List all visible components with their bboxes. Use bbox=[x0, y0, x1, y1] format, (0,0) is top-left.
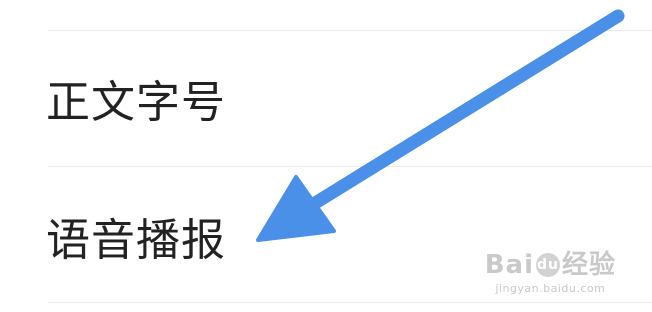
watermark-brand: Bai du 经验 bbox=[485, 252, 616, 278]
setting-row-font-size[interactable]: 正文字号 bbox=[0, 31, 652, 167]
watermark-brand-left: Bai bbox=[484, 250, 534, 280]
divider-bottom bbox=[48, 302, 652, 303]
paw-icon: du bbox=[535, 253, 560, 277]
watermark-url: jingyan.baidu.com bbox=[495, 282, 606, 295]
setting-label-voice-broadcast: 语音播报 bbox=[46, 215, 226, 266]
setting-label-font-size: 正文字号 bbox=[46, 77, 226, 128]
baidu-jingyan-watermark: Bai du 经验 jingyan.baidu.com bbox=[485, 252, 616, 295]
watermark-brand-right: 经验 bbox=[561, 250, 616, 280]
